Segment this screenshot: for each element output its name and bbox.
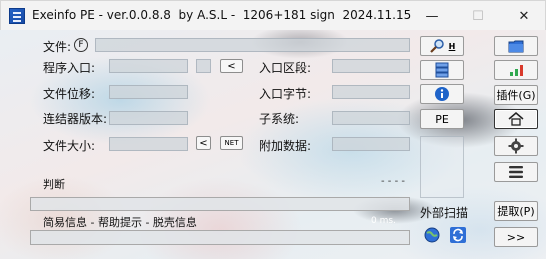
verdict-value: - - - - (381, 176, 405, 187)
entry-point-extra-field[interactable] (196, 59, 211, 73)
magnifier-icon (429, 39, 444, 53)
overlay-label: 附加数据: (259, 139, 312, 153)
plugins-button[interactable]: 插件(G) (494, 85, 538, 105)
info-label: 简易信息 - 帮助提示 - 脱壳信息 (43, 216, 197, 229)
open-file-button[interactable] (494, 36, 538, 56)
sections-icon (435, 62, 449, 78)
gear-icon (508, 138, 524, 154)
globe-button[interactable] (424, 227, 440, 243)
search-hotkey: H (448, 41, 456, 51)
info-button[interactable] (420, 84, 464, 104)
subsystem-label: 子系统: (259, 112, 300, 126)
close-button[interactable]: ✕ (501, 1, 546, 31)
maximize-button[interactable]: ☐ (455, 1, 501, 31)
folder-icon (508, 40, 524, 53)
pe-button[interactable]: PE (420, 109, 464, 129)
globe-icon (424, 227, 440, 243)
title-bar[interactable]: Exeinfo PE - ver.0.0.8.8 by A.S.L - 1206… (0, 0, 546, 30)
menu-icon (509, 166, 523, 178)
file-offset-field[interactable] (109, 85, 188, 99)
file-label: 文件: (43, 40, 72, 54)
entry-point-lookup-button[interactable]: < (220, 59, 243, 73)
file-offset-label: 文件位移: (43, 87, 96, 101)
minimize-button[interactable]: — (409, 1, 455, 31)
info-bar[interactable] (30, 230, 410, 245)
menu-button[interactable] (494, 162, 538, 182)
file-size-field[interactable] (109, 137, 188, 151)
file-hotkey-badge: F (74, 38, 88, 52)
refresh-button[interactable] (450, 227, 466, 243)
info-icon (435, 87, 449, 101)
sections-button[interactable] (420, 60, 464, 80)
home-icon (508, 112, 524, 126)
preview-box (420, 136, 464, 198)
external-scan-label[interactable]: 外部扫描 (420, 204, 468, 221)
linker-version-field[interactable] (109, 111, 188, 125)
settings-button[interactable] (494, 136, 538, 156)
overlay-field[interactable] (332, 137, 410, 151)
extract-button[interactable]: 提取(P) (494, 201, 538, 221)
entry-point-label: 程序入口: (43, 61, 96, 75)
verdict-label: 判断 (43, 178, 65, 191)
ep-section-field[interactable] (332, 59, 410, 73)
window-title: Exeinfo PE - ver.0.0.8.8 by A.S.L - 1206… (32, 8, 412, 22)
verdict-bar[interactable] (30, 197, 410, 211)
next-button[interactable]: >> (494, 227, 538, 247)
stats-button[interactable] (494, 60, 538, 80)
subsystem-field[interactable] (332, 111, 410, 125)
search-button[interactable]: H (420, 36, 464, 56)
linker-version-label: 连结器版本: (43, 112, 108, 126)
file-size-label: 文件大小: (43, 139, 96, 153)
scan-time: 0 ms. (371, 216, 396, 226)
signal-bars-icon (510, 65, 523, 76)
refresh-icon (450, 227, 466, 243)
app-icon (9, 8, 25, 24)
main-panel: 文件: F 程序入口: < 文件位移: 连结器版本: 文件大小: < NET 入… (0, 30, 546, 259)
first-bytes-field[interactable] (332, 85, 410, 99)
ep-section-label: 入口区段: (259, 61, 312, 75)
home-button[interactable] (494, 109, 538, 129)
first-bytes-label: 入口字节: (259, 87, 312, 101)
file-path-field[interactable] (95, 38, 410, 52)
net-button[interactable]: NET (220, 136, 243, 150)
entry-point-field[interactable] (109, 59, 188, 73)
file-size-button[interactable]: < (196, 136, 211, 150)
